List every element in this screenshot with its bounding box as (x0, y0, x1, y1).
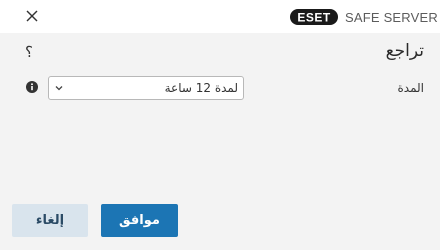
product-name: SAFE SERVER (345, 9, 438, 25)
duration-select[interactable]: لمدة 12 ساعة (48, 76, 244, 100)
dialog-body: ؟ تراجع لمدة 12 ساعة المدة موافق إلغاء (0, 33, 440, 250)
brand: ESET SAFE SERVER (289, 8, 438, 26)
dialog-header: ESET SAFE SERVER (0, 0, 440, 33)
help-icon[interactable]: ؟ (25, 43, 33, 61)
chevron-down-icon (55, 86, 63, 91)
close-icon[interactable] (24, 8, 40, 24)
duration-select-value: لمدة 12 ساعة (164, 81, 238, 95)
duration-label: المدة (397, 81, 424, 95)
info-icon[interactable] (26, 81, 38, 93)
dialog-title: تراجع (385, 41, 424, 61)
svg-text:ESET: ESET (297, 11, 331, 25)
eset-logo: ESET (290, 9, 338, 25)
ok-button[interactable]: موافق (101, 204, 178, 237)
cancel-button[interactable]: إلغاء (12, 204, 88, 237)
